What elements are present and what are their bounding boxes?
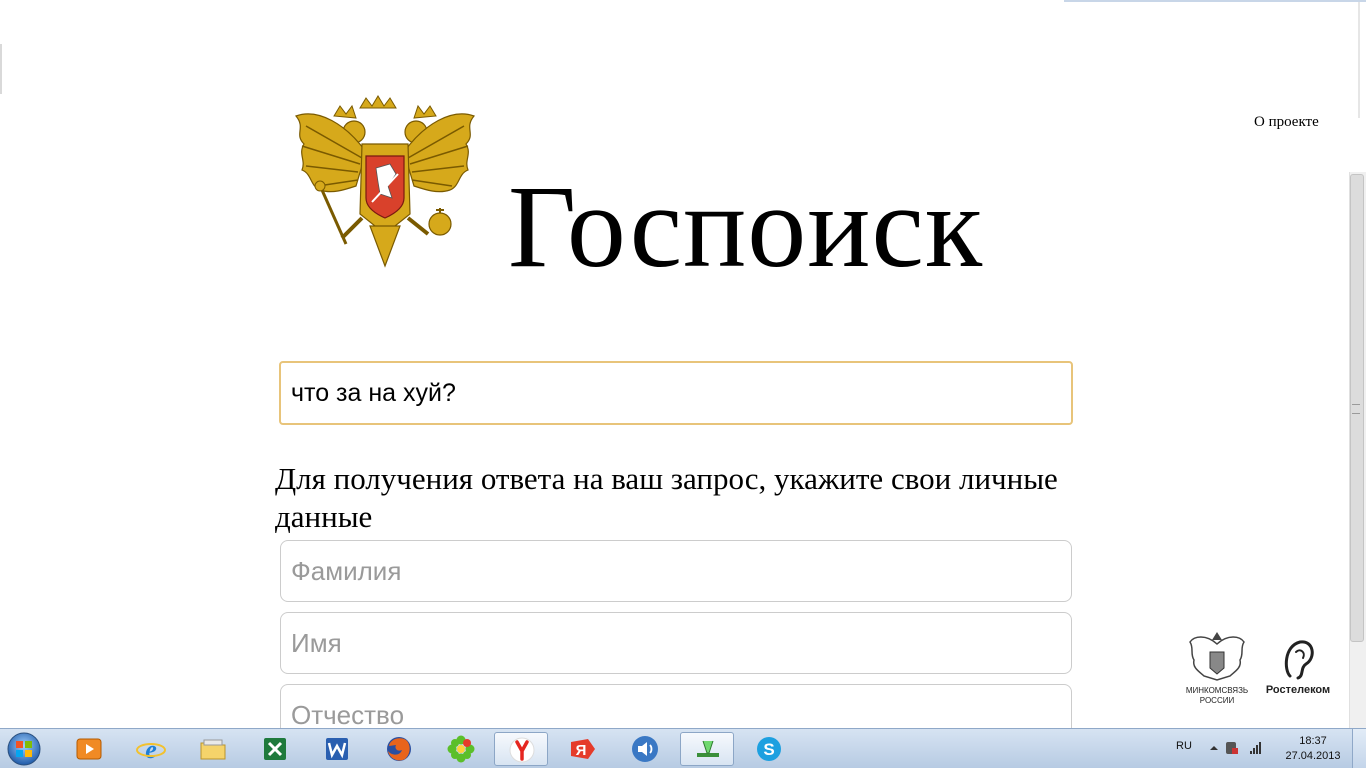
surname-field[interactable]: [280, 540, 1072, 602]
address-bar-edge: [1064, 0, 1366, 2]
minkomsvyaz-label: МИНКОМСВЯЗЬ РОССИИ: [1185, 686, 1249, 705]
internet-explorer-icon: e: [136, 735, 166, 764]
file-explorer-icon: [200, 739, 226, 760]
network-gadget-taskbar-button[interactable]: [680, 732, 734, 766]
browser-window: О проекте Госпоиск Для полу: [0, 0, 1366, 768]
clock-time: 18:37: [1299, 735, 1327, 747]
tray-expand-icon: [1210, 746, 1218, 750]
show-desktop-button[interactable]: [1352, 729, 1366, 768]
system-tray-icons[interactable]: [1206, 738, 1270, 758]
taskbar-clock[interactable]: 18:37 27.04.2013: [1282, 734, 1344, 764]
network-gadget-icon: [697, 740, 719, 757]
first-name-field[interactable]: [280, 612, 1072, 674]
rostelecom-logo-icon: [1284, 640, 1314, 680]
firefox-taskbar-button[interactable]: [372, 732, 426, 766]
keyboard-language-indicator[interactable]: RU: [1176, 740, 1192, 752]
personal-data-prompt: Для получения ответа на ваш запрос, укаж…: [275, 461, 1058, 534]
yandex-browser-icon: [509, 737, 535, 763]
svg-text:Я: Я: [576, 742, 587, 759]
volume-taskbar-button[interactable]: [618, 732, 672, 766]
svg-text:S: S: [763, 740, 774, 759]
about-project-link[interactable]: О проекте: [1254, 114, 1319, 131]
scrollbar-grip-icon: [1352, 404, 1360, 414]
icq-icon: [447, 735, 475, 763]
site-title: Госпоиск: [508, 161, 984, 292]
file-explorer-taskbar-button[interactable]: [186, 732, 240, 766]
media-player-icon: [76, 738, 102, 760]
word-taskbar-button[interactable]: [310, 732, 364, 766]
first-name-input[interactable]: [291, 623, 1051, 663]
yandex-taskbar-button[interactable]: Я: [556, 732, 610, 766]
coat-of-arms-icon: [294, 95, 476, 268]
word-icon: [326, 738, 348, 760]
window-edge: [0, 44, 2, 94]
search-box[interactable]: [279, 361, 1073, 425]
start-button[interactable]: [4, 731, 44, 767]
surname-input[interactable]: [291, 551, 1051, 591]
firefox-icon: [387, 737, 411, 761]
browser-top-area: [0, 0, 1366, 118]
rostelecom-label: Ростелеком: [1265, 684, 1331, 696]
clock-date: 27.04.2013: [1285, 750, 1341, 762]
internet-explorer-taskbar-button[interactable]: e: [124, 732, 178, 766]
yandex-browser-taskbar-button[interactable]: [494, 732, 548, 766]
yandex-icon: Я: [571, 739, 595, 759]
icq-taskbar-button[interactable]: [434, 732, 488, 766]
panel-edge: [1358, 2, 1360, 118]
excel-icon: [264, 738, 286, 760]
network-signal-icon: [1250, 742, 1261, 754]
skype-icon: S: [757, 737, 781, 761]
media-player-taskbar-button[interactable]: [62, 732, 116, 766]
volume-icon: [632, 736, 658, 762]
excel-taskbar-button[interactable]: [248, 732, 302, 766]
skype-taskbar-button[interactable]: S: [742, 732, 796, 766]
search-input[interactable]: [291, 373, 1051, 413]
svg-text:e: e: [145, 735, 157, 764]
